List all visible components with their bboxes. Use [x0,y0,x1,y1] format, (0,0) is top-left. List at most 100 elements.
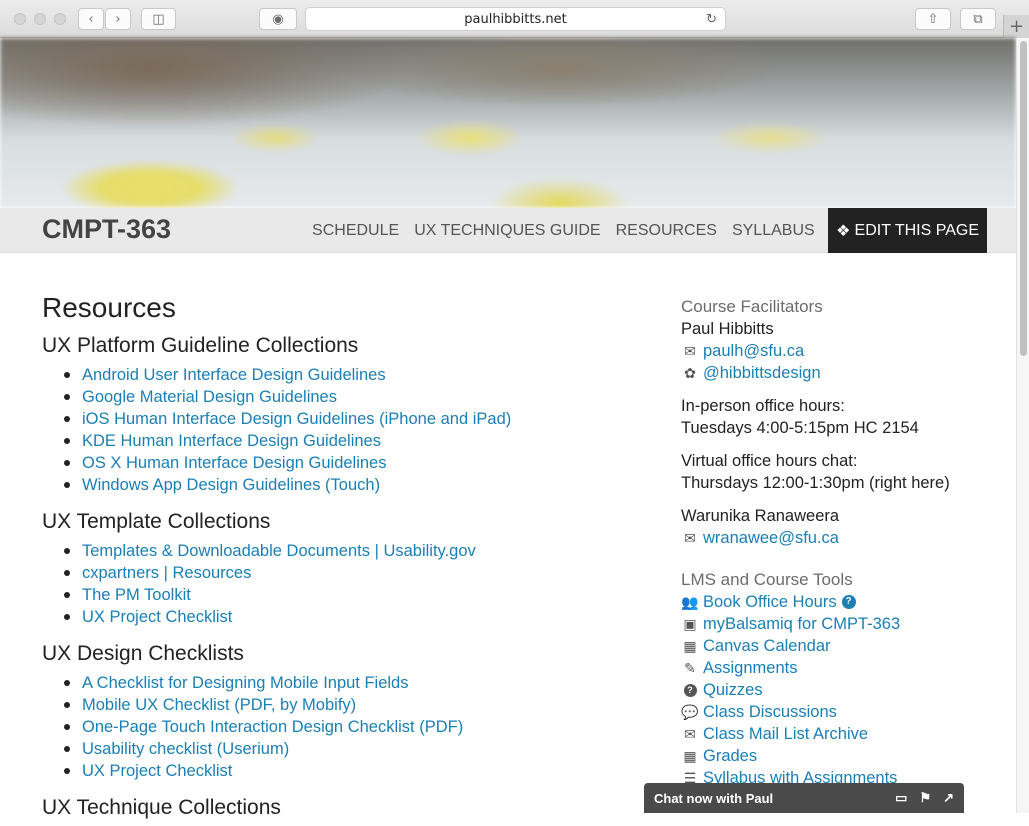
zoom-window-icon[interactable] [54,13,66,25]
site-brand[interactable]: CMPT-363 [42,214,171,245]
envelope-icon: ✉ [684,530,696,546]
list-item: One-Page Touch Interaction Design Checkl… [42,716,642,738]
privacy-button[interactable]: ◉ [259,8,297,30]
bell-icon[interactable]: ⚑ [919,790,931,806]
tool-link[interactable]: Grades [703,745,757,767]
tool-item[interactable]: 💬 Class Discussions [681,701,981,723]
list-item: Google Material Design Guidelines [42,386,642,408]
tool-link[interactable]: myBalsamiq for CMPT-363 [703,613,900,635]
tool-item[interactable]: ▣ myBalsamiq for CMPT-363 [681,613,981,635]
list-item: Android User Interface Design Guidelines [42,364,642,386]
facilitator-name: Paul Hibbitts [681,320,774,338]
resource-link[interactable]: Templates & Downloadable Documents | Usa… [82,542,476,560]
tool-item[interactable]: ▦ Grades [681,745,981,767]
page-title: Resources [42,292,176,323]
new-tab-button[interactable]: + [1003,15,1029,38]
list-item: Usability checklist (Userium) [42,738,642,760]
resource-link[interactable]: A Checklist for Designing Mobile Input F… [82,674,409,692]
gitlab-icon: ❖ [836,222,851,240]
tool-item[interactable]: 👥 Book Office Hours? [681,591,981,613]
list-item: cxpartners | Resources [42,562,642,584]
list-item: Mobile UX Checklist (PDF, by Mobify) [42,694,642,716]
twitter-link[interactable]: @hibbittsdesign [703,362,821,384]
resource-link[interactable]: Mobile UX Checklist (PDF, by Mobify) [82,696,356,714]
reload-icon[interactable]: ↻ [706,12,717,27]
balsamiq-icon: ▣ [683,616,697,632]
inperson-label: In-person office hours: [681,397,845,415]
nav-syllabus[interactable]: SYLLABUS [724,208,822,253]
tool-link[interactable]: Class Mail List Archive [703,723,868,745]
sidebar-icon: ◫ [152,11,165,27]
tool-item[interactable]: ✎ Assignments [681,657,981,679]
list-item: Windows App Design Guidelines (Touch) [42,474,642,496]
scrollbar-thumb[interactable] [1020,41,1027,356]
chevron-left-icon: ‹ [88,11,94,27]
close-window-icon[interactable] [14,13,26,25]
tool-item[interactable]: ✉ Class Mail List Archive [681,723,981,745]
resource-link[interactable]: UX Project Checklist [82,762,232,780]
resource-link[interactable]: Windows App Design Guidelines (Touch) [82,476,380,494]
email-link[interactable]: wranawee@sfu.ca [703,527,839,549]
chevron-right-icon: › [115,11,121,27]
url-text: paulhibbitts.net [464,11,567,27]
edit-label: EDIT THIS PAGE [854,221,979,239]
section-heading: UX Template Collections [42,510,271,533]
tool-link[interactable]: Canvas Calendar [703,635,831,657]
tool-link[interactable]: Quizzes [703,679,763,701]
edit-this-page-button[interactable]: ❖ EDIT THIS PAGE [828,208,987,253]
tool-link[interactable]: Assignments [703,657,797,679]
resource-link[interactable]: KDE Human Interface Design Guidelines [82,432,381,450]
browser-toolbar: ‹ › ◫ ◉ paulhibbitts.net ↻ ⇧ ⧉ + [0,0,1029,38]
link-list: Android User Interface Design Guidelines… [42,364,642,496]
tool-link[interactable]: Class Discussions [703,701,837,723]
expand-icon[interactable]: ↗ [943,790,954,806]
envelope-icon: ✉ [684,726,696,742]
tabs-button[interactable]: ⧉ [960,8,996,30]
calculator-icon: ▦ [683,748,697,764]
window-icon[interactable]: ▭ [895,790,907,806]
resource-link[interactable]: The PM Toolkit [82,586,191,604]
link-list: Templates & Downloadable Documents | Usa… [42,540,642,628]
sidebar-button[interactable]: ◫ [141,8,176,30]
chat-widget[interactable]: Chat now with Paul ▭ ⚑ ↗ [644,783,964,813]
minimize-window-icon[interactable] [34,13,46,25]
forward-button[interactable]: › [105,8,131,30]
tool-item[interactable]: ▦ Canvas Calendar [681,635,981,657]
list-item: UX Project Checklist [42,760,642,782]
resource-link[interactable]: Android User Interface Design Guidelines [82,366,386,384]
resource-link[interactable]: iOS Human Interface Design Guidelines (i… [82,410,511,428]
resource-link[interactable]: OS X Human Interface Design Guidelines [82,454,387,472]
comments-icon: 💬 [681,704,699,720]
address-bar[interactable]: paulhibbitts.net ↻ [305,7,726,31]
page-scrollbar[interactable] [1016,38,1029,813]
tools-heading: LMS and Course Tools [681,570,853,589]
tabs-icon: ⧉ [973,11,983,27]
back-button[interactable]: ‹ [78,8,104,30]
section-heading: UX Platform Guideline Collections [42,334,359,357]
resource-link[interactable]: cxpartners | Resources [82,564,251,582]
resource-link[interactable]: Usability checklist (Userium) [82,740,289,758]
nav-schedule[interactable]: SCHEDULE [305,208,407,253]
resource-link[interactable]: One-Page Touch Interaction Design Checkl… [82,718,463,736]
section-heading: UX Design Checklists [42,642,244,665]
tool-link[interactable]: Book Office Hours [703,591,837,613]
sidebar: Course Facilitators Paul Hibbitts ✉ paulh… [681,296,981,789]
envelope-icon: ✉ [684,343,696,359]
question-circle-icon[interactable]: ? [841,595,856,609]
list-item: iOS Human Interface Design Guidelines (i… [42,408,642,430]
pencil-icon: ✎ [684,660,696,676]
share-icon: ⇧ [927,11,939,27]
share-button[interactable]: ⇧ [915,8,951,30]
tool-item[interactable]: ? Quizzes [681,679,981,701]
resource-link[interactable]: Google Material Design Guidelines [82,388,337,406]
ta-name: Warunika Ranaweera [681,507,840,525]
twitter-icon: ✿ [684,365,696,381]
nav-resources[interactable]: RESOURCES [608,208,724,253]
resource-link[interactable]: UX Project Checklist [82,608,232,626]
question-icon: ? [681,683,699,697]
email-link[interactable]: paulh@sfu.ca [703,340,804,362]
section-heading: UX Technique Collections [42,796,281,819]
plus-icon: + [1008,16,1025,37]
users-icon: 👥 [681,594,699,610]
nav-ux-techniques-guide[interactable]: UX TECHNIQUES GUIDE [407,208,608,253]
